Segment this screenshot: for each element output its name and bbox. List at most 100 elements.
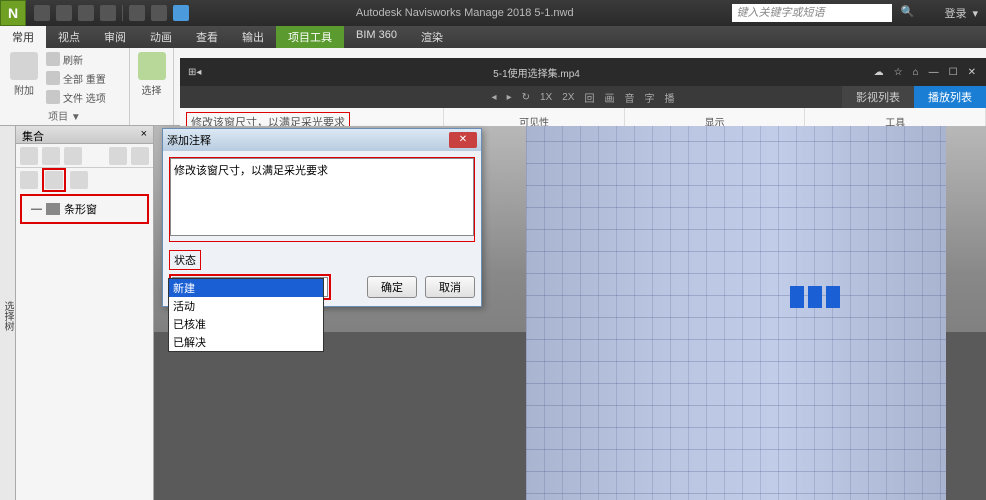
reset-label: 全部 重置 [63, 71, 106, 86]
save-set-icon[interactable] [45, 171, 63, 189]
toolb1-icon[interactable] [20, 171, 38, 189]
dialog-titlebar[interactable]: 添加注释 ✕ [163, 129, 481, 151]
ctrl-frame[interactable]: 画 [604, 90, 614, 105]
app-icon[interactable]: N [0, 0, 26, 26]
tab-project-tools[interactable]: 项目工具 [276, 26, 344, 48]
ribbon-group-select: 选择 [130, 48, 174, 125]
toolb3-icon[interactable] [70, 171, 88, 189]
option-approved[interactable]: 已核准 [169, 315, 323, 333]
speed-1x[interactable]: 1X [540, 92, 552, 103]
video-filename: 5-1使用选择集.mp4 [209, 65, 863, 80]
tab-viewpoint[interactable]: 视点 [46, 26, 92, 48]
ctrl-back[interactable]: 回 [584, 90, 594, 105]
title-bar: N Autodesk Navisworks Manage 2018 5-1.nw… [0, 0, 986, 26]
highlighted-tree-item: — 条形窗 [20, 194, 149, 224]
select-label: 选择 [142, 82, 162, 97]
reset-icon [46, 71, 60, 85]
panel-title: 集合 [22, 128, 44, 141]
title-right-controls: 🔍 登录 ▾ [900, 5, 986, 21]
tab-render[interactable]: 渲染 [409, 26, 455, 48]
ctrl-play[interactable]: 播 [664, 90, 674, 105]
quick-access-toolbar [26, 5, 197, 21]
reset-all-button[interactable]: 全部 重置 [46, 70, 106, 87]
dialog-close-button[interactable]: ✕ [449, 132, 477, 148]
panel-close-icon[interactable]: × [141, 128, 147, 141]
close-icon[interactable]: ✕ [968, 67, 976, 78]
app-title: Autodesk Navisworks Manage 2018 5-1.nwd [197, 7, 732, 19]
tool5-icon[interactable] [131, 147, 149, 165]
tab-video-list[interactable]: 影视列表 [842, 86, 914, 108]
star-icon[interactable]: ☆ [894, 67, 903, 78]
next-icon[interactable]: ▸ [507, 92, 512, 103]
qat-undo-icon[interactable] [129, 5, 145, 21]
tool3-icon[interactable] [64, 147, 82, 165]
building-model[interactable]: FG G [526, 126, 946, 500]
qat-select-icon[interactable] [173, 5, 189, 21]
speed-2x[interactable]: 2X [562, 92, 574, 103]
home-icon[interactable]: ⌂ [913, 67, 919, 78]
panel-header: 集合 × [16, 126, 153, 144]
option-active[interactable]: 活动 [169, 297, 323, 315]
selected-window-1[interactable] [790, 286, 804, 308]
select-button[interactable]: 选择 [136, 50, 167, 99]
back-icon[interactable]: ⊞◂ [180, 67, 209, 78]
selection-tree-tab[interactable]: 选择树 [0, 126, 16, 500]
tab-animation[interactable]: 动画 [138, 26, 184, 48]
option-resolved[interactable]: 已解决 [169, 333, 323, 351]
attach-label: 附加 [14, 82, 34, 97]
tool2-icon[interactable] [42, 147, 60, 165]
maximize-icon[interactable]: ☐ [949, 67, 958, 78]
info-icon[interactable] [922, 5, 938, 21]
qat-save-icon[interactable] [78, 5, 94, 21]
video-titlebar: ⊞◂ 5-1使用选择集.mp4 ☁ ☆ ⌂ — ☐ ✕ [180, 58, 986, 86]
folder-icon [46, 203, 60, 215]
binoculars-icon[interactable]: 🔍 [900, 5, 916, 21]
qat-new-icon[interactable] [34, 5, 50, 21]
panel-toolbar-1 [16, 144, 153, 168]
tool4-icon[interactable] [109, 147, 127, 165]
option-new[interactable]: 新建 [169, 279, 323, 297]
ctrl-subtitle[interactable]: 字 [644, 90, 654, 105]
attach-button[interactable]: 附加 [6, 50, 42, 106]
qat-redo-icon[interactable] [151, 5, 167, 21]
search-input[interactable]: 键入关键字或短语 [732, 4, 892, 22]
cloud-icon[interactable]: ☁ [874, 67, 884, 78]
tab-review[interactable]: 审阅 [92, 26, 138, 48]
textarea-highlight [169, 157, 475, 242]
tree-connector: — [31, 203, 42, 215]
minimize-icon[interactable]: — [929, 67, 939, 78]
qat-open-icon[interactable] [56, 5, 72, 21]
status-label: 状态 [169, 250, 201, 270]
options-icon [46, 90, 60, 104]
tab-bim360[interactable]: BIM 360 [344, 26, 409, 48]
selected-window-3[interactable] [826, 286, 840, 308]
cursor-icon [138, 52, 166, 80]
refresh-label: 刷新 [63, 52, 83, 67]
options-label: 文件 选项 [63, 90, 106, 105]
highlighted-tool [42, 168, 66, 192]
ctrl-audio[interactable]: 音 [624, 90, 634, 105]
prev-icon[interactable]: ◂ [492, 92, 497, 103]
ribbon-tabs: 常用 视点 审阅 动画 查看 输出 项目工具 BIM 360 渲染 [0, 26, 986, 48]
rotate-icon[interactable]: ↻ [522, 92, 530, 103]
dialog-title: 添加注释 [167, 132, 211, 148]
refresh-icon [46, 52, 60, 66]
selected-window-2[interactable] [808, 286, 822, 308]
tab-playlist[interactable]: 播放列表 [914, 86, 986, 108]
refresh-button[interactable]: 刷新 [46, 51, 106, 68]
tab-view[interactable]: 查看 [184, 26, 230, 48]
login-button[interactable]: 登录 [944, 5, 966, 21]
chevron-down-icon[interactable]: ▾ [972, 7, 978, 20]
qat-print-icon[interactable] [100, 5, 116, 21]
file-options-button[interactable]: 文件 选项 [46, 89, 106, 106]
status-dropdown: 新建 活动 已核准 已解决 [168, 278, 324, 352]
ok-button[interactable]: 确定 [367, 276, 417, 298]
tab-output[interactable]: 输出 [230, 26, 276, 48]
cancel-button[interactable]: 取消 [425, 276, 475, 298]
group-project-label: 项目 ▼ [6, 106, 123, 123]
tool1-icon[interactable] [20, 147, 38, 165]
tab-home[interactable]: 常用 [0, 26, 46, 48]
comment-textarea[interactable] [170, 158, 474, 236]
sets-panel: 集合 × — 条形窗 [16, 126, 154, 500]
tree-item-window[interactable]: — 条形窗 [27, 199, 142, 219]
